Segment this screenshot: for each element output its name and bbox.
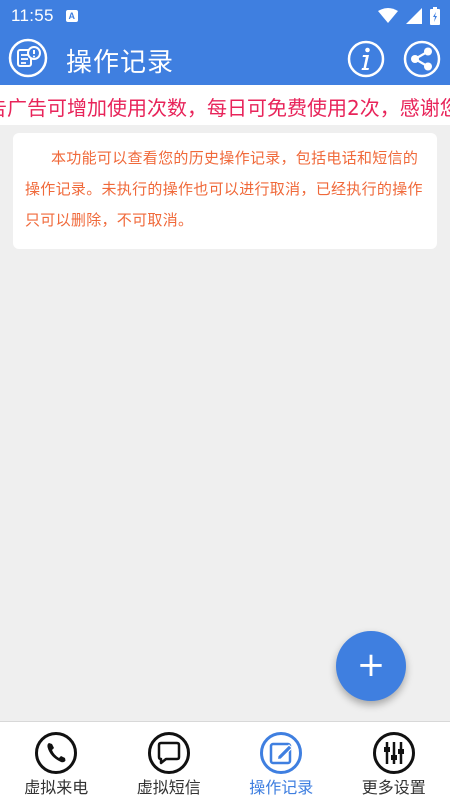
nav-label-more-settings: 更多设置	[361, 778, 426, 797]
nav-label-virtual-sms: 虚拟短信	[136, 778, 201, 797]
app-menu-icon[interactable]	[8, 38, 48, 78]
notification-icon: A	[65, 10, 78, 22]
battery-icon	[430, 7, 440, 25]
add-button[interactable]: +	[336, 631, 406, 701]
marquee-text: 告广告可增加使用次数，每日可免费使用2次，感谢您	[0, 96, 450, 120]
status-bar: 11:55 A	[0, 0, 450, 32]
share-icon[interactable]	[403, 40, 441, 78]
nav-item-operation-record[interactable]: 操作记录	[225, 722, 338, 801]
sliders-icon	[372, 732, 415, 774]
nav-label-virtual-call: 虚拟来电	[24, 778, 89, 797]
status-icons	[378, 7, 440, 25]
bottom-nav: 虚拟来电 虚拟短信 操作记录 更多设置	[0, 721, 450, 801]
info-icon[interactable]	[347, 40, 385, 78]
nav-item-more-settings[interactable]: 更多设置	[338, 722, 450, 801]
ad-marquee: 告广告可增加使用次数，每日可免费使用2次，感谢您	[0, 85, 450, 125]
nav-label-operation-record: 操作记录	[249, 778, 314, 797]
page-title: 操作记录	[66, 48, 175, 78]
status-time: 11:55	[11, 6, 54, 25]
edit-record-icon	[260, 732, 303, 774]
phone-icon	[35, 732, 78, 774]
nav-item-virtual-call[interactable]: 虚拟来电	[0, 722, 113, 801]
signal-icon	[406, 8, 422, 24]
wifi-icon	[378, 8, 398, 23]
message-icon	[147, 732, 190, 774]
notice-text: 本功能可以查看您的历史操作记录，包括电话和短信的操作记录。未执行的操作也可以进行…	[25, 149, 423, 229]
notice-card: 本功能可以查看您的历史操作记录，包括电话和短信的操作记录。未执行的操作也可以进行…	[13, 133, 437, 249]
app-bar: 操作记录	[0, 32, 450, 85]
nav-item-virtual-sms[interactable]: 虚拟短信	[113, 722, 226, 801]
